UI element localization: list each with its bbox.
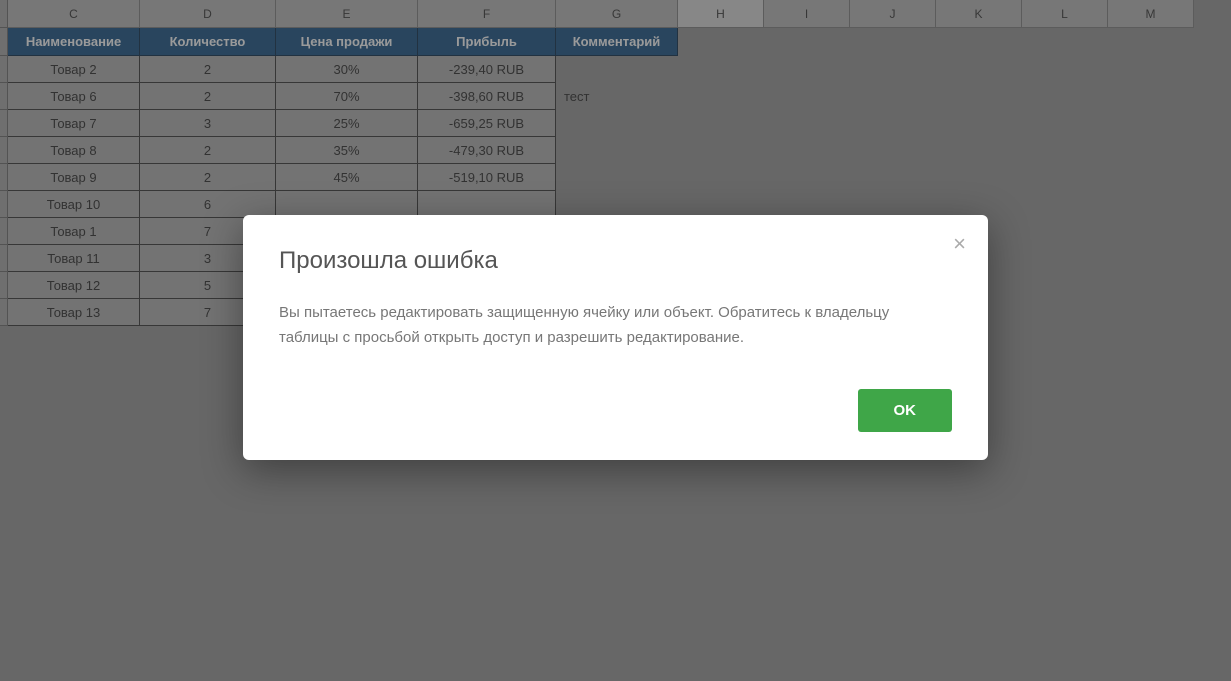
dialog-body: Вы пытаетесь редактировать защищенную яч… [279,301,952,351]
dialog-footer: OK [279,389,952,432]
modal-overlay: × Произошла ошибка Вы пытаетесь редактир… [0,0,1231,681]
error-dialog: × Произошла ошибка Вы пытаетесь редактир… [243,215,988,460]
dialog-title: Произошла ошибка [279,247,952,275]
close-icon[interactable]: × [953,233,966,255]
ok-button[interactable]: OK [858,389,953,432]
